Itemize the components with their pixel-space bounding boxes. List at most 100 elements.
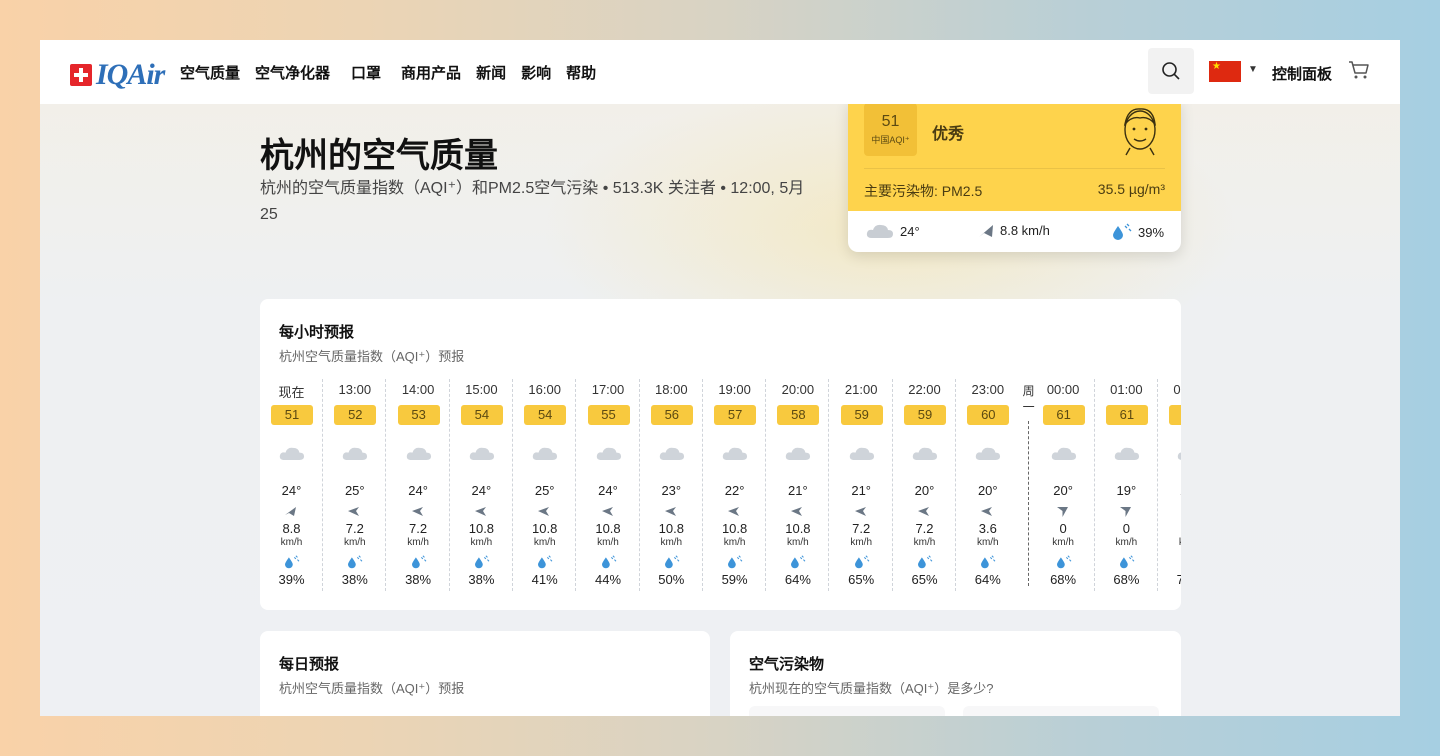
humidity-icon — [854, 555, 870, 569]
page-frame: IQAir 空气质量 空气净化器 口罩 商用产品 新闻 影响 帮助 ★ ▼ 控制… — [40, 40, 1400, 716]
humidity-icon — [918, 555, 933, 569]
hour-aqi-badge: 59 — [904, 405, 946, 425]
cloud-icon — [406, 447, 431, 460]
nav-link-air-quality[interactable]: 空气质量 — [180, 62, 240, 83]
hour-time: 15:00 — [465, 382, 498, 397]
temp-value: 24° — [900, 223, 920, 239]
nav-link-purifiers[interactable]: 空气净化器 — [255, 62, 330, 83]
cart-icon[interactable] — [1348, 60, 1370, 85]
nav-link-impact[interactable]: 影响 — [521, 62, 551, 83]
nav-links: 空气质量 空气净化器 口罩 商用产品 新闻 影响 帮助 — [180, 62, 611, 83]
hourly-subtitle: 杭州空气质量指数（AQI⁺）预报 — [279, 349, 465, 364]
hour-wind-speed: 0 — [1059, 521, 1067, 536]
nav-link-news[interactable]: 新闻 — [476, 62, 506, 83]
hour-wind-speed: 10.8 — [595, 521, 621, 536]
pollutants-card: 空气污染物 杭州现在的空气质量指数（AQI⁺）是多少? — [730, 631, 1181, 716]
wind-direction-icon — [411, 507, 423, 516]
cloud-icon — [343, 447, 368, 460]
chevron-down-icon[interactable]: ▼ — [1248, 64, 1258, 75]
humidity-value: 39% — [1138, 224, 1165, 240]
hour-humidity: 50% — [658, 572, 685, 587]
top-nav: IQAir 空气质量 空气净化器 口罩 商用产品 新闻 影响 帮助 ★ ▼ 控制… — [40, 40, 1400, 104]
hour-wind-unit: km/h — [470, 537, 493, 548]
cloud-icon — [912, 447, 938, 460]
china-flag-icon[interactable]: ★ — [1209, 61, 1241, 82]
hour-wind-speed: 7.2 — [345, 521, 364, 536]
aqi-value-box: 51 中国AQI⁺ — [864, 103, 917, 156]
hour-column: 01:00 61 19° 0 km/h 68% — [1095, 379, 1158, 591]
swiss-flag-icon — [70, 64, 92, 86]
day-label: 一 — [1022, 400, 1035, 414]
hourly-forecast-card: 每小时预报 杭州空气质量指数（AQI⁺）预报 现在 51 24° 8.8 km/h 39%… — [260, 299, 1181, 610]
hour-time: 00:00 — [1046, 382, 1080, 397]
humidity-icon — [285, 555, 300, 569]
nav-link-help[interactable]: 帮助 — [566, 62, 596, 83]
hour-temp: 23° — [661, 483, 682, 498]
nav-link-masks[interactable]: 口罩 — [351, 62, 381, 83]
hour-wind-unit: km/h — [1158, 537, 1181, 548]
hour-wind-unit: km/h — [407, 537, 429, 548]
hour-aqi-badge: 54 — [524, 405, 567, 425]
humidity-icon — [538, 555, 553, 569]
pollutant-tile[interactable] — [963, 706, 1159, 716]
hour-humidity: 38% — [468, 572, 495, 587]
search-button[interactable] — [1148, 48, 1194, 94]
hour-wind-speed: 10.8 — [532, 521, 558, 536]
hour-temp: 24° — [281, 483, 302, 498]
hour-humidity: 44% — [594, 572, 622, 587]
page-subtitle: 杭州的空气质量指数（AQI⁺）和PM2.5空气污染 • 513.3K 关注者 •… — [260, 180, 805, 223]
wind-direction-icon — [601, 507, 613, 516]
hour-wind-speed: 10.8 — [468, 521, 495, 536]
wind-direction-icon — [1119, 507, 1131, 517]
cloud-icon — [849, 447, 874, 460]
nav-link-commercial[interactable]: 商用产品 — [401, 62, 461, 83]
weather-row: 24° 8.8 km/h 39% — [848, 211, 1181, 252]
daily-subtitle: 杭州空气质量指数（AQI⁺）预报 — [279, 681, 465, 696]
hourly-columns[interactable]: 现在 51 24° 8.8 km/h 39% 13:00 52 25° 7.2 km/h 38% 14:… — [260, 379, 1181, 594]
dashboard-link[interactable]: 控制面板 — [1272, 63, 1332, 84]
hour-wind-unit: km/h — [976, 537, 999, 548]
hour-wind-unit: km/h — [660, 537, 683, 548]
humidity-icon — [728, 555, 743, 569]
hour-aqi-badge: 61 — [1105, 405, 1148, 425]
cloud-icon — [1177, 452, 1181, 460]
hour-aqi-badge: 57 — [714, 405, 757, 425]
humidity-icon — [1056, 555, 1071, 569]
hour-humidity: 68% — [1113, 572, 1140, 587]
hour-humidity: 41% — [531, 572, 558, 587]
hour-column: 02:00 62 19° 0km/h 70% — [1158, 379, 1181, 591]
humidity-icon — [1113, 223, 1132, 240]
hour-wind-speed: 0 — [1122, 521, 1130, 536]
cloud-icon — [976, 447, 1001, 460]
hour-wind-speed: 7.2 — [915, 521, 934, 536]
wind-direction-icon — [728, 507, 740, 516]
cloud-icon — [659, 447, 684, 460]
main-pollutant-label: 主要污染物: PM2.5 — [864, 183, 983, 199]
face-icon — [1116, 102, 1164, 161]
hour-column: 13:00 52 25° 7.2 km/h 38% — [323, 379, 387, 591]
iqair-logo[interactable]: IQAir — [70, 58, 165, 92]
cloud-icon — [1114, 447, 1139, 460]
hour-temp: 19° — [1116, 483, 1137, 498]
hour-column: 现在 51 24° 8.8 km/h 39% — [260, 379, 323, 591]
cloud-icon — [786, 447, 811, 460]
hour-wind-unit: km/h — [787, 537, 809, 548]
hour-wind-unit: km/h — [1052, 537, 1074, 548]
hour-humidity: 64% — [784, 572, 811, 587]
wind-direction-icon — [1056, 507, 1068, 517]
wind-direction-icon — [854, 507, 866, 516]
hour-temp: 25° — [344, 483, 365, 498]
pollutant-tile[interactable] — [749, 706, 945, 716]
hour-wind-unit: km/h — [913, 537, 936, 548]
hour-wind-speed: 10.8 — [658, 521, 684, 536]
hour-humidity: 65% — [911, 572, 938, 587]
wind-direction-icon — [918, 507, 929, 516]
hour-humidity: 59% — [721, 572, 748, 587]
hour-wind-unit: km/h — [343, 537, 366, 548]
hour-aqi-badge: 54 — [460, 405, 503, 425]
day-divider: 周一 — [1021, 379, 1037, 591]
hour-temp: 20° — [914, 483, 935, 498]
hour-temp: 20° — [977, 483, 998, 498]
page-title: 杭州的空气质量 — [260, 137, 498, 175]
hour-wind-speed: 7.2 — [409, 521, 428, 536]
